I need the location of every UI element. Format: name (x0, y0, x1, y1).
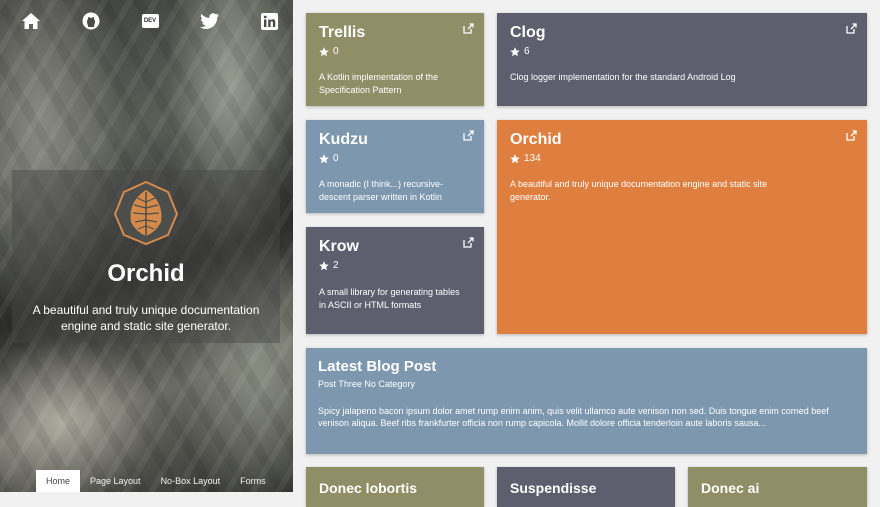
external-link-icon[interactable] (463, 130, 474, 141)
project-card-orchid[interactable]: Orchid 134 A beautiful and truly unique … (497, 120, 867, 334)
star-count: 6 (510, 46, 530, 57)
nav-no-box-layout[interactable]: No-Box Layout (151, 470, 231, 492)
blog-post-excerpt: Spicy jalapeno bacon ipsum dolor amet ru… (318, 406, 829, 428)
project-card-clog[interactable]: Clog 6 Clog logger implementation for th… (497, 13, 867, 106)
star-count: 0 (319, 46, 339, 57)
hero-title: Orchid (107, 260, 185, 287)
card-donec-lobortis[interactable]: Donec lobortis (306, 467, 484, 507)
card-title: Donec lobortis (319, 480, 418, 496)
card-description: A beautiful and truly unique documentati… (510, 179, 768, 202)
project-card-kudzu[interactable]: Kudzu 0 A monadic (I think...) recursive… (306, 120, 484, 213)
latest-blog-post-card[interactable]: Latest Blog Post Post Three No Category … (306, 348, 867, 454)
hero-panel: DEV Orchid A beautiful and truly unique … (0, 0, 293, 492)
card-title: Kudzu (319, 131, 368, 148)
external-link-icon[interactable] (846, 23, 857, 34)
nav-home[interactable]: Home (36, 470, 81, 492)
star-count: 134 (510, 153, 541, 164)
star-count-value: 6 (524, 46, 530, 57)
home-icon[interactable] (20, 10, 42, 32)
star-count: 0 (319, 153, 339, 164)
orchid-logo (113, 180, 179, 246)
star-icon (510, 153, 520, 163)
hero-subtitle: A beautiful and truly unique documentati… (32, 303, 260, 333)
card-title: Krow (319, 238, 359, 255)
card-description: A monadic (I think...) recursive-descent… (319, 179, 444, 202)
star-icon (319, 153, 329, 163)
star-icon (510, 46, 520, 56)
card-title: Orchid (510, 131, 562, 148)
star-count-value: 134 (524, 153, 541, 164)
star-count-value: 0 (333, 46, 339, 57)
card-title: Trellis (319, 24, 366, 41)
external-link-icon[interactable] (846, 130, 857, 141)
nav-forms[interactable]: Forms (230, 470, 276, 492)
bottom-nav: Home Page Layout No-Box Layout Forms (36, 470, 276, 492)
card-suspendisse[interactable]: Suspendisse (497, 467, 675, 507)
dev-icon-label: DEV (143, 18, 157, 24)
nav-page-layout[interactable]: Page Layout (80, 470, 151, 492)
card-description: A small library for generating tables in… (319, 287, 460, 310)
external-link-icon[interactable] (463, 23, 474, 34)
card-description: Clog logger implementation for the stand… (510, 72, 736, 82)
twitter-icon[interactable] (199, 10, 221, 32)
blog-post-title[interactable]: Post Three No Category (318, 379, 415, 389)
social-links: DEV (20, 10, 280, 32)
card-title: Suspendisse (510, 480, 597, 496)
card-title: Donec ai (701, 480, 760, 496)
card-title: Clog (510, 24, 546, 41)
github-icon[interactable] (80, 10, 102, 32)
star-count-value: 2 (333, 260, 339, 271)
star-count: 2 (319, 260, 339, 271)
star-icon (319, 46, 329, 56)
external-link-icon[interactable] (463, 237, 474, 248)
dev-icon[interactable]: DEV (139, 10, 161, 32)
linkedin-icon[interactable] (258, 10, 280, 32)
blog-section-title: Latest Blog Post (318, 358, 437, 375)
project-card-trellis[interactable]: Trellis 0 A Kotlin implementation of the… (306, 13, 484, 106)
project-card-krow[interactable]: Krow 2 A small library for generating ta… (306, 227, 484, 334)
card-description: A Kotlin implementation of the Specifica… (319, 72, 439, 95)
star-icon (319, 260, 329, 270)
star-count-value: 0 (333, 153, 339, 164)
card-donec-ai[interactable]: Donec ai (688, 467, 867, 507)
